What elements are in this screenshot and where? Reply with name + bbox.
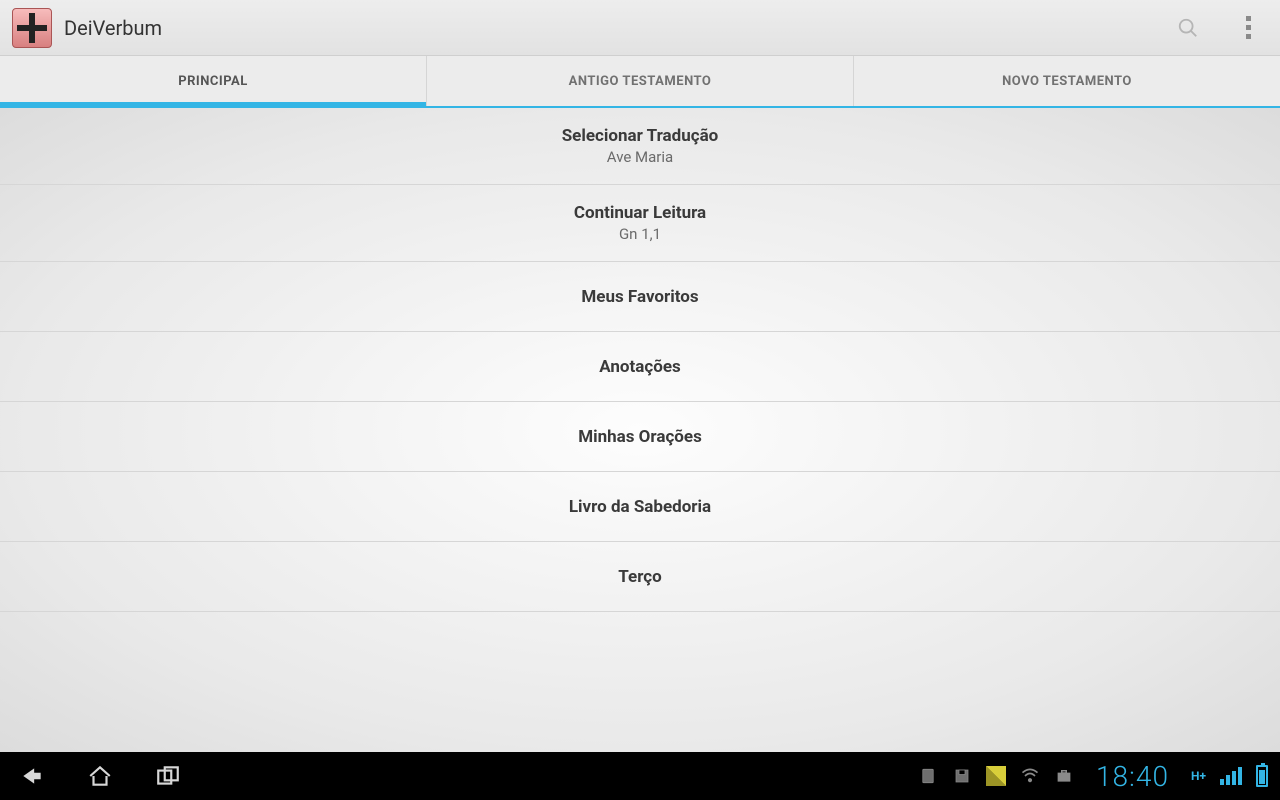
tab-strip: PRINCIPAL ANTIGO TESTAMENTO NOVO TESTAME…: [0, 56, 1280, 108]
menu-item-favorites[interactable]: Meus Favoritos: [0, 262, 1280, 332]
menu-item-continue-reading[interactable]: Continuar Leitura Gn 1,1: [0, 185, 1280, 262]
menu-item-prayers[interactable]: Minhas Orações: [0, 402, 1280, 472]
list-item-title: Continuar Leitura: [574, 203, 706, 223]
tab-label: PRINCIPAL: [178, 74, 248, 89]
menu-item-notes[interactable]: Anotações: [0, 332, 1280, 402]
list-item-title: Meus Favoritos: [581, 287, 698, 307]
save-icon: [952, 766, 972, 786]
usb-debug-icon: [986, 766, 1006, 786]
battery-icon: [1256, 765, 1268, 787]
status-clock: 18:40: [1096, 760, 1169, 793]
tab-novo-testamento[interactable]: NOVO TESTAMENTO: [854, 56, 1280, 106]
list-item-title: Livro da Sabedoria: [569, 497, 711, 517]
back-icon[interactable]: [12, 756, 52, 796]
tab-principal[interactable]: PRINCIPAL: [0, 56, 427, 106]
menu-item-select-translation[interactable]: Selecionar Tradução Ave Maria: [0, 108, 1280, 185]
signal-icon: [1220, 767, 1242, 785]
list-item-title: Anotações: [599, 357, 681, 377]
action-bar: DeiVerbum: [0, 0, 1280, 56]
list-item-title: Selecionar Tradução: [562, 126, 719, 146]
menu-item-wisdom-book[interactable]: Livro da Sabedoria: [0, 472, 1280, 542]
status-icons[interactable]: 18:40 H+: [918, 760, 1268, 793]
tab-label: NOVO TESTAMENTO: [1002, 74, 1132, 89]
overflow-menu-icon[interactable]: [1224, 4, 1272, 52]
menu-item-rosary[interactable]: Terço: [0, 542, 1280, 612]
app-title: DeiVerbum: [64, 16, 162, 40]
recents-icon[interactable]: [148, 756, 188, 796]
app-icon: [12, 8, 52, 48]
system-nav-bar: 18:40 H+: [0, 752, 1280, 800]
network-type-label: H+: [1191, 770, 1206, 782]
tab-antigo-testamento[interactable]: ANTIGO TESTAMENTO: [427, 56, 854, 106]
sd-card-icon: [918, 766, 938, 786]
list-item-subtitle: Gn 1,1: [619, 225, 661, 243]
home-icon[interactable]: [80, 756, 120, 796]
wifi-icon: [1020, 766, 1040, 786]
main-content: Selecionar Tradução Ave Maria Continuar …: [0, 108, 1280, 752]
list-item-title: Minhas Orações: [578, 427, 702, 447]
tab-label: ANTIGO TESTAMENTO: [569, 74, 712, 89]
search-icon[interactable]: [1164, 4, 1212, 52]
list-item-subtitle: Ave Maria: [607, 148, 673, 166]
briefcase-icon: [1054, 766, 1074, 786]
list-item-title: Terço: [618, 567, 661, 587]
